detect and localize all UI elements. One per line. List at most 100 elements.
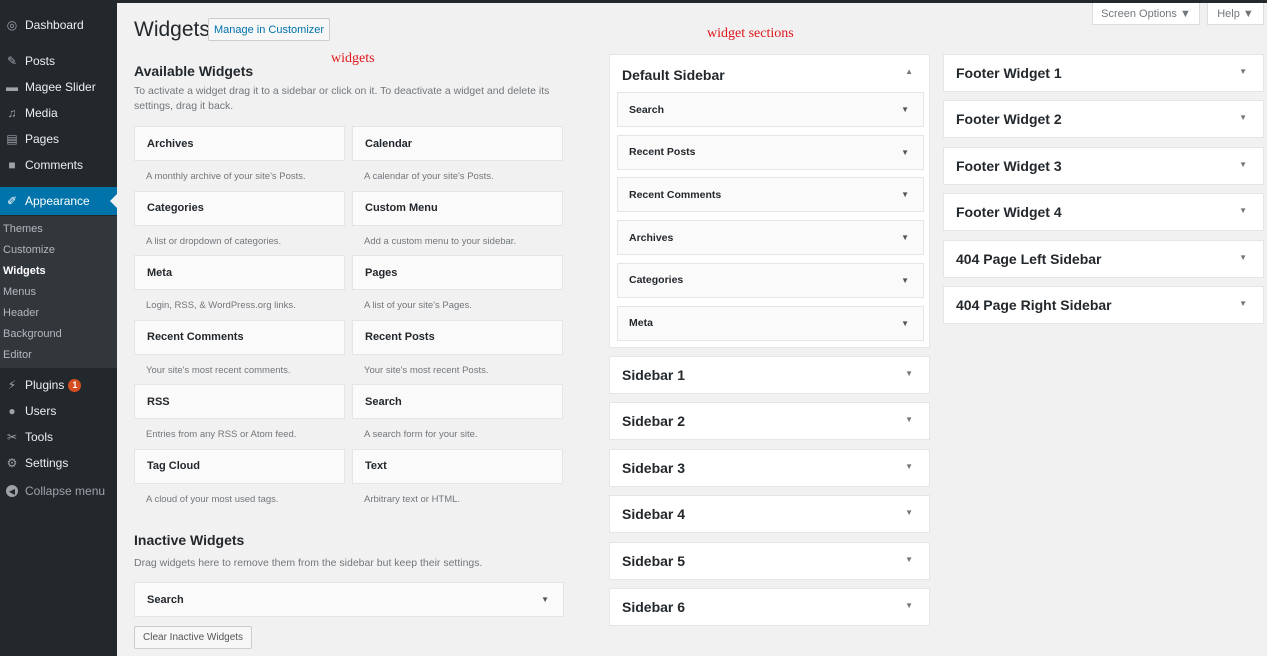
inactive-widget-search[interactable]: Search ▼ [134,582,564,617]
submenu-background[interactable]: Background [3,328,62,340]
widget-1[interactable]: Calendar [352,126,563,161]
brush-icon: ✐ [6,194,18,208]
caret-up-icon[interactable]: ▲ [905,67,913,76]
submenu-editor[interactable]: Editor [3,349,32,361]
default-sidebar-widget[interactable]: Meta ▼ [617,305,924,341]
menu-plugins[interactable]: ⚡ Plugins 1 [0,372,117,398]
menu-tools[interactable]: ✂ Tools [0,424,117,450]
default-sidebar-widget[interactable]: Search ▼ [617,92,924,127]
sidebar-area-title: Footer Widget 3 [956,157,1062,174]
caret-down-icon[interactable]: ▼ [901,276,909,285]
sidebar-area-title: Footer Widget 1 [956,65,1062,81]
sidebar-area[interactable]: Footer Widget 2 ▼ [943,100,1264,139]
caret-down-icon[interactable]: ▼ [1239,299,1247,308]
widget-8[interactable]: RSS [134,384,345,419]
sidebar-area-title: 404 Page Right Sidebar [956,297,1112,313]
submenu-header[interactable]: Header [3,307,39,319]
menu-dashboard[interactable]: ◎ Dashboard [0,12,117,38]
default-sidebar-widget[interactable]: Categories ▼ [617,262,924,298]
comments-icon: ■ [8,158,16,172]
menu-pages[interactable]: ▤ Pages [0,126,117,152]
caret-down-icon[interactable]: ▼ [1239,113,1247,122]
caret-down-icon[interactable]: ▼ [905,462,913,471]
slider-icon: ▬ [6,80,18,94]
caret-down-icon[interactable]: ▼ [1239,67,1247,76]
sidebar-area[interactable]: Footer Widget 1 ▼ [943,54,1264,92]
manage-in-customizer-button[interactable]: Manage in Customizer [208,18,331,41]
sidebar-area[interactable]: Sidebar 1 ▼ [609,356,930,394]
widget-9[interactable]: Search [352,384,563,419]
caret-down-icon[interactable]: ▼ [1239,160,1247,169]
menu-comments[interactable]: ■ Comments [0,152,117,178]
pages-icon: ▤ [6,132,18,146]
widget-0[interactable]: Archives [134,126,345,161]
admin-menu: ◎ Dashboard ✎ Posts ▬ Magee Slider ♫ Med… [0,3,117,656]
caret-down-icon[interactable]: ▼ [905,369,913,378]
default-sidebar-widget[interactable]: Recent Posts ▼ [617,134,924,170]
dashboard-icon: ◎ [6,18,18,32]
default-sidebar-title[interactable]: Default Sidebar [622,67,725,83]
caret-down-icon[interactable]: ▼ [905,555,913,564]
default-sidebar-widget[interactable]: Recent Comments ▼ [617,177,924,213]
default-sidebar-widget-label: Categories [629,274,684,287]
menu-settings[interactable]: ⚙ Settings [0,450,117,476]
annotation-widget-sections: widget sections [707,26,794,41]
widget-7[interactable]: Recent Posts [352,319,563,355]
sidebar-area[interactable]: Sidebar 3 ▼ [609,448,930,487]
submenu-menus[interactable]: Menus [3,286,36,298]
submenu-themes[interactable]: Themes [3,223,43,235]
sidebar-area-title: 404 Page Left Sidebar [956,250,1102,267]
sidebar-area[interactable]: Sidebar 4 ▼ [609,495,930,534]
widget-2[interactable]: Categories [134,190,345,226]
sidebar-area[interactable]: Footer Widget 4 ▼ [943,193,1264,232]
widget-6[interactable]: Recent Comments [134,319,345,355]
sidebar-area[interactable]: Sidebar 2 ▼ [609,402,930,441]
caret-down-icon[interactable]: ▼ [901,105,909,114]
sidebar-area[interactable]: Sidebar 5 ▼ [609,541,930,580]
caret-down-icon[interactable]: ▼ [905,415,913,424]
caret-down-icon[interactable]: ▼ [905,601,913,610]
widget-3[interactable]: Custom Menu [352,190,563,226]
menu-users[interactable]: ● Users [0,398,117,424]
widget-description: A list of your site's Pages. [364,300,472,311]
widget-4[interactable]: Meta [134,255,345,290]
default-sidebar-widget[interactable]: Archives ▼ [617,220,924,256]
sidebar-area-title: Sidebar 6 [622,599,686,615]
caret-down-icon[interactable]: ▼ [901,190,909,199]
caret-down-icon[interactable]: ▼ [1239,206,1247,215]
menu-posts[interactable]: ✎ Posts [0,48,117,74]
widget-5[interactable]: Pages [352,255,563,290]
widget-10[interactable]: Tag Cloud [134,448,345,484]
submenu-widgets[interactable]: Widgets [3,265,46,277]
caret-down-icon[interactable]: ▼ [901,319,909,328]
help-button[interactable]: Help ▼ [1207,3,1264,25]
sidebar-area-title: Sidebar 3 [622,459,686,476]
plugin-icon: ⚡ [7,378,17,392]
sidebar-area-title: Sidebar 5 [622,552,686,569]
sidebar-area-title: Sidebar 4 [622,506,686,523]
default-sidebar-widget-label: Archives [629,231,674,244]
menu-pages-label: Pages [25,132,60,146]
clear-inactive-widgets-button[interactable]: Clear Inactive Widgets [134,626,253,649]
submenu-customize[interactable]: Customize [3,244,55,256]
widget-11[interactable]: Text [352,448,563,484]
screen-options-button[interactable]: Screen Options ▼ [1092,3,1200,25]
menu-media[interactable]: ♫ Media [0,100,117,126]
available-widgets-heading: Available Widgets [134,63,254,79]
widget-description: A cloud of your most used tags. [146,493,279,505]
menu-users-label: Users [25,404,57,418]
sidebar-area[interactable]: Footer Widget 3 ▼ [943,146,1264,185]
sidebar-area[interactable]: 404 Page Left Sidebar ▼ [943,239,1264,278]
annotation-widgets: widgets [331,51,375,66]
sidebar-area[interactable]: Sidebar 6 ▼ [609,588,930,626]
caret-down-icon[interactable]: ▼ [901,148,909,157]
caret-down-icon[interactable]: ▼ [901,233,909,242]
caret-down-icon[interactable]: ▼ [905,508,913,517]
widget-description: Your site's most recent Posts. [364,364,489,376]
menu-appearance[interactable]: ✐ Appearance [0,187,117,215]
sidebar-area[interactable]: 404 Page Right Sidebar ▼ [943,286,1264,324]
caret-down-icon[interactable]: ▼ [1239,253,1247,262]
collapse-menu-button[interactable]: ◀ Collapse menu [0,478,117,504]
caret-down-icon[interactable]: ▼ [541,595,549,604]
menu-slider[interactable]: ▬ Magee Slider [0,74,117,100]
